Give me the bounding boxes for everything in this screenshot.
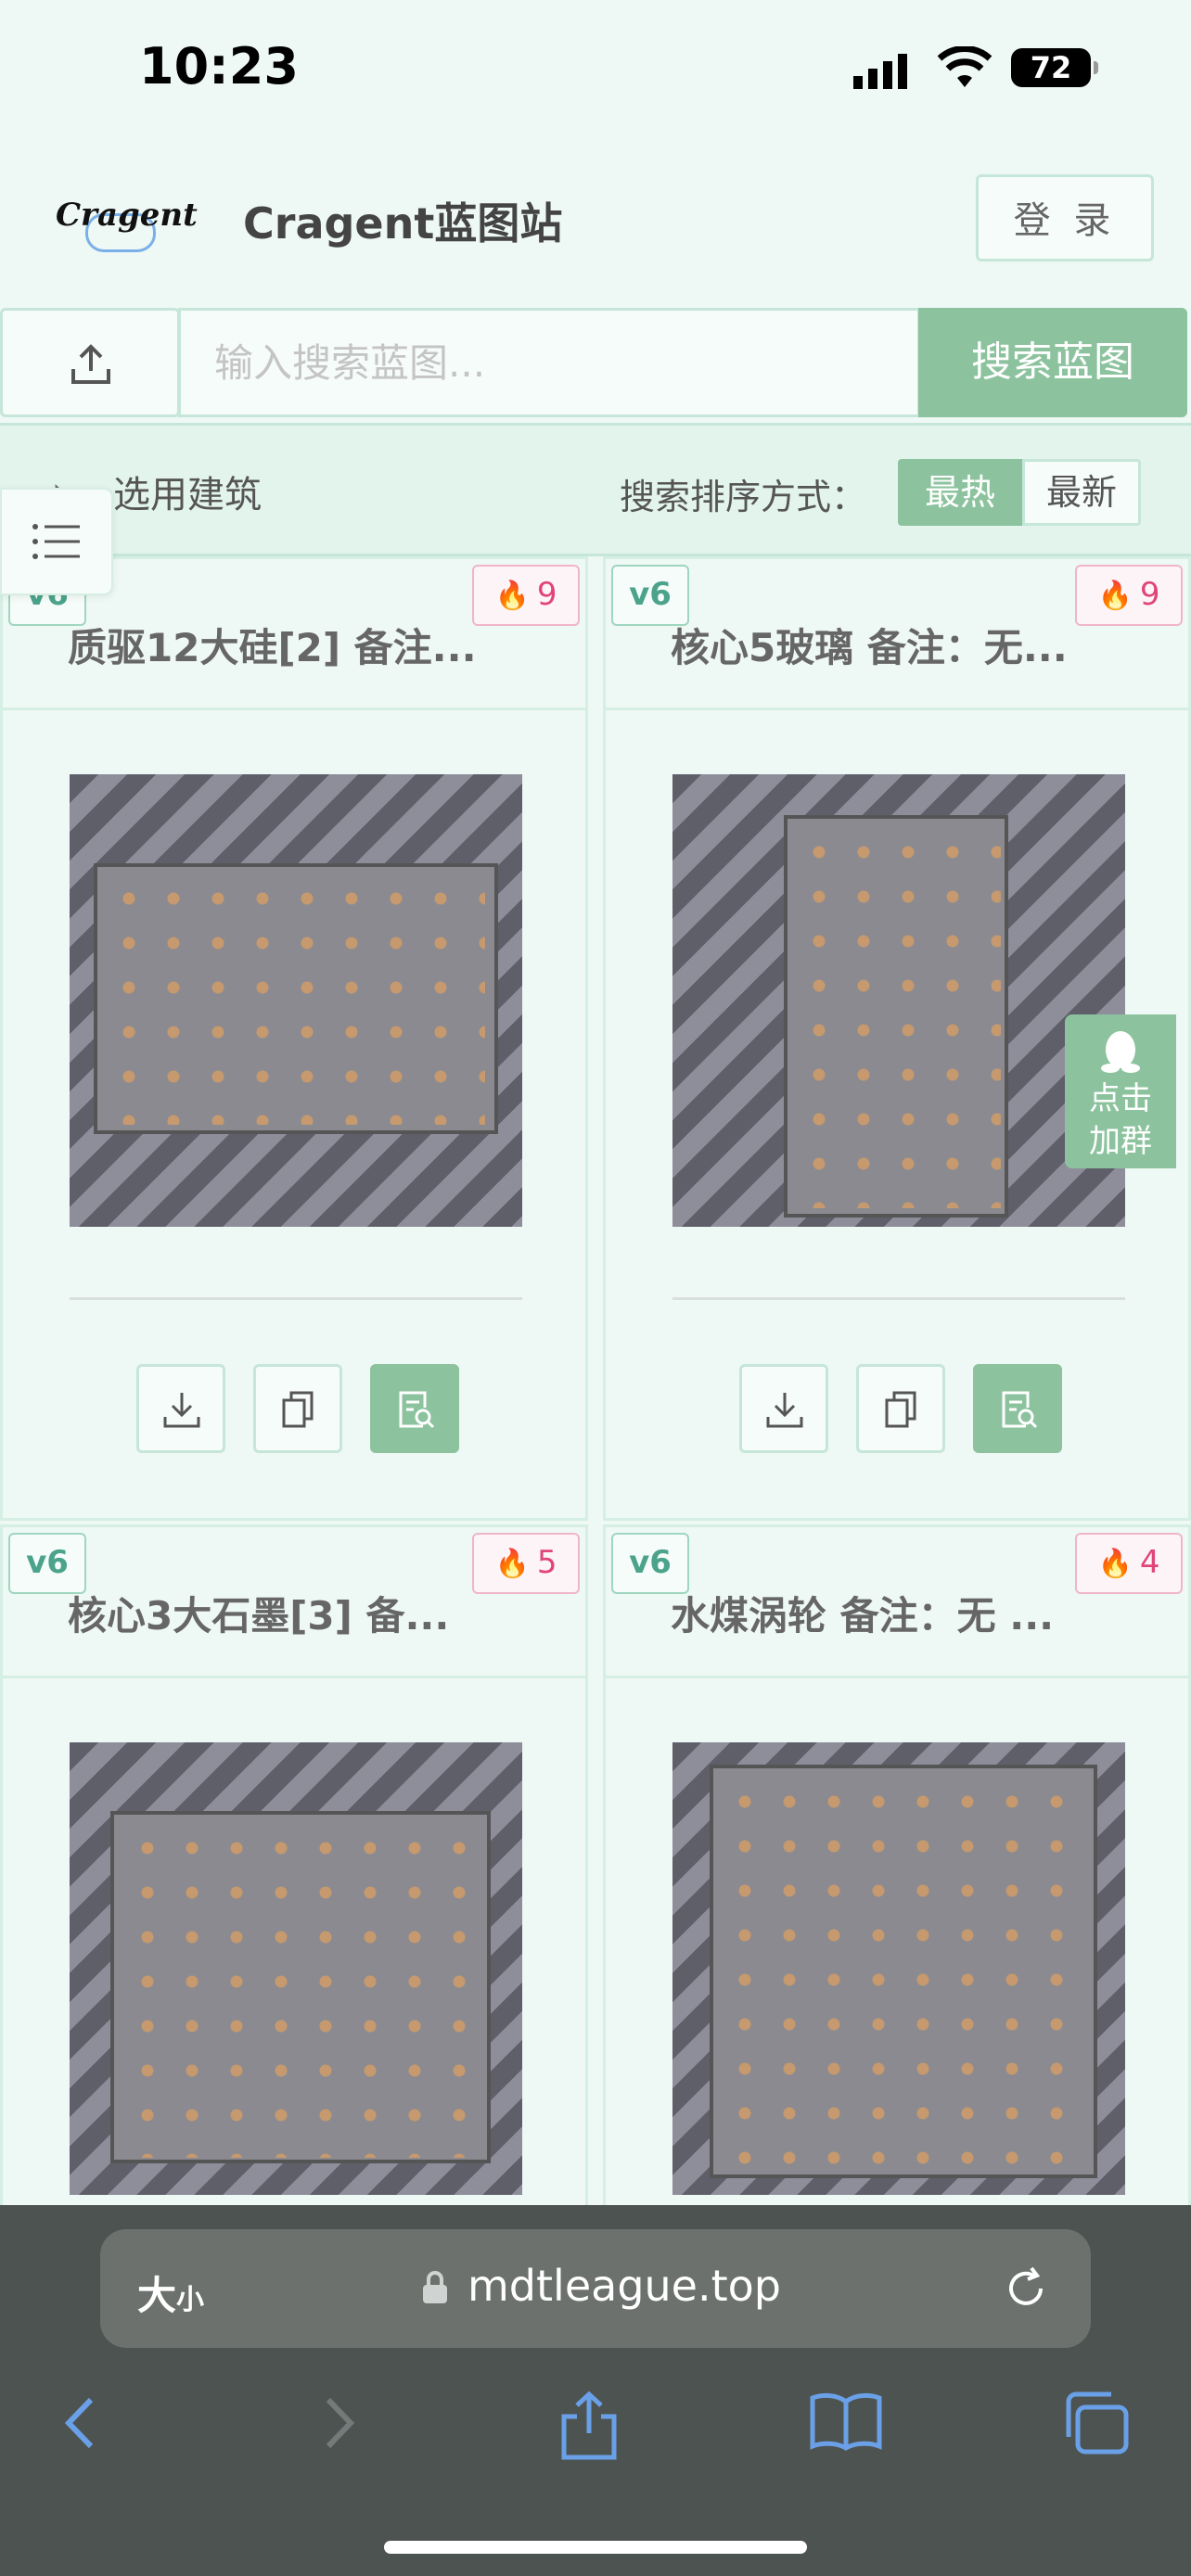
- join-group-line2: 加群: [1089, 1123, 1152, 1160]
- flame-icon: 🔥: [494, 580, 530, 612]
- hot-badge: 🔥 9: [1075, 565, 1183, 626]
- blueprint-card[interactable]: v6 🔥9 质驱12大硅[2] 备注...: [0, 556, 588, 1521]
- sort-new-button[interactable]: 最新: [1022, 459, 1141, 526]
- address-bar[interactable]: 大小 mdtleague.top: [100, 2229, 1091, 2348]
- view-doc-icon: [1002, 1391, 1038, 1429]
- lock-icon: [423, 2271, 447, 2303]
- hot-badge: 🔥 9: [472, 565, 580, 626]
- status-bar: 10:23 72: [0, 0, 1191, 139]
- forward-icon[interactable]: [315, 2391, 362, 2455]
- share-icon[interactable]: [557, 2391, 621, 2461]
- blueprint-preview[interactable]: [70, 1742, 522, 2195]
- card-title[interactable]: 核心3大石墨[3] 备...: [68, 1585, 449, 1641]
- wifi-icon: [937, 46, 992, 87]
- filter-bar: › 选用建筑 搜索排序方式： 最热 最新: [0, 423, 1191, 556]
- download-icon: [766, 1393, 803, 1428]
- card-title[interactable]: 核心5玻璃 备注：无...: [671, 617, 1068, 673]
- url-domain[interactable]: mdtleague.top: [467, 2261, 781, 2311]
- view-button[interactable]: [973, 1364, 1062, 1453]
- search-button[interactable]: 搜索蓝图: [918, 308, 1187, 417]
- blueprint-preview[interactable]: [672, 774, 1125, 1227]
- bookmarks-icon[interactable]: [809, 2391, 883, 2452]
- upload-icon: [71, 344, 110, 384]
- tabs-icon[interactable]: [1063, 2391, 1130, 2455]
- copy-icon: [885, 1391, 916, 1428]
- battery-indicator: 72: [1011, 48, 1098, 87]
- qq-penguin-icon: [1101, 1031, 1140, 1073]
- download-button[interactable]: [136, 1364, 225, 1453]
- select-building-toggle[interactable]: 选用建筑: [113, 465, 262, 518]
- card-title[interactable]: 水煤涡轮 备注：无 ...: [671, 1585, 1054, 1641]
- download-button[interactable]: [739, 1364, 828, 1453]
- download-icon: [163, 1393, 200, 1428]
- flame-icon: 🔥: [1097, 580, 1133, 612]
- copy-button[interactable]: [856, 1364, 945, 1453]
- blueprint-preview[interactable]: [70, 774, 522, 1227]
- clock: 10:23: [139, 37, 299, 96]
- login-button[interactable]: 登 录: [976, 174, 1154, 261]
- site-logo[interactable]: Cragent: [56, 197, 198, 252]
- copy-icon: [282, 1391, 314, 1428]
- reload-icon[interactable]: [1000, 2263, 1052, 2315]
- logo-text: Cragent: [56, 197, 198, 234]
- sort-label: 搜索排序方式：: [620, 477, 867, 517]
- signal-icon: [853, 54, 907, 89]
- hot-badge: 🔥 4: [1075, 1533, 1183, 1594]
- search-input[interactable]: [178, 308, 920, 417]
- menu-button[interactable]: [0, 488, 113, 595]
- upload-button[interactable]: [0, 308, 180, 417]
- hot-badge: 🔥 5: [472, 1533, 580, 1594]
- home-indicator: [384, 2541, 807, 2554]
- list-menu-icon: [32, 524, 80, 559]
- view-button[interactable]: [370, 1364, 459, 1453]
- copy-button[interactable]: [253, 1364, 342, 1453]
- back-icon[interactable]: [58, 2391, 104, 2455]
- blueprint-preview[interactable]: [672, 1742, 1125, 2195]
- view-doc-icon: [399, 1391, 435, 1429]
- join-group-button[interactable]: 点击 加群: [1065, 1014, 1176, 1168]
- join-group-line1: 点击: [1089, 1080, 1152, 1117]
- flame-icon: 🔥: [1097, 1548, 1133, 1580]
- page-title: Cragent蓝图站: [243, 198, 563, 249]
- flame-icon: 🔥: [494, 1548, 530, 1580]
- browser-toolbar: 大小 mdtleague.top: [0, 2205, 1191, 2576]
- sort-hot-button[interactable]: 最热: [898, 459, 1022, 526]
- card-title[interactable]: 质驱12大硅[2] 备注...: [68, 617, 477, 673]
- text-size-button[interactable]: 大小: [137, 2264, 204, 2321]
